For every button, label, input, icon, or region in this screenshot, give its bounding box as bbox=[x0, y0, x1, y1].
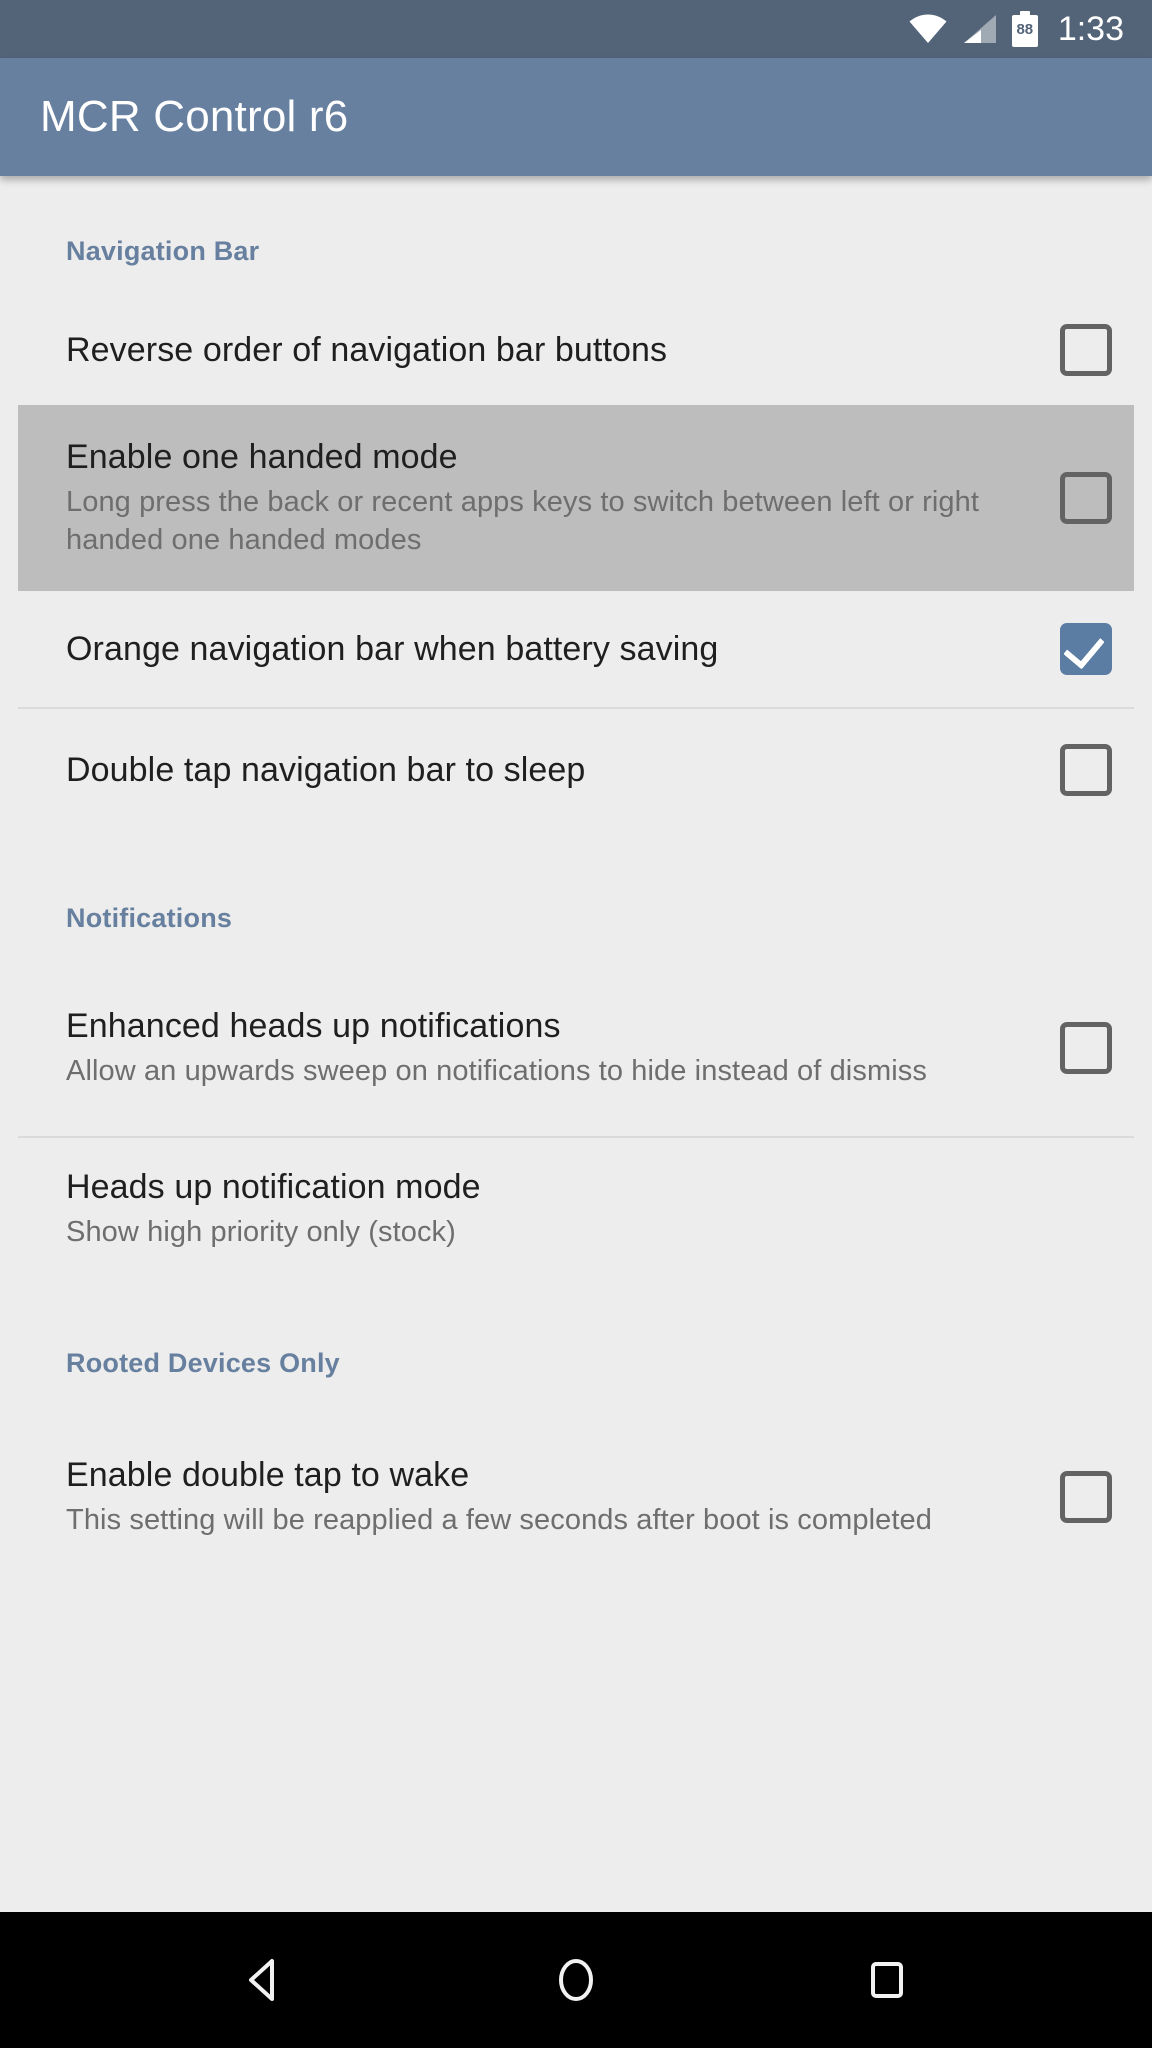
pref-text-group: Enhanced heads up notifications Allow an… bbox=[66, 1006, 1060, 1090]
checkbox-double-tap-to-sleep[interactable] bbox=[1060, 744, 1112, 796]
pref-title: Enable one handed mode bbox=[66, 438, 458, 477]
section-header-rooted-devices-only: Rooted Devices Only bbox=[66, 1348, 340, 1378]
checkbox-unchecked-icon bbox=[1060, 472, 1112, 524]
pref-orange-navigation-bar-when-battery-saving[interactable]: Orange navigation bar when battery savin… bbox=[0, 591, 1152, 707]
back-icon bbox=[249, 1959, 275, 2001]
recents-button[interactable] bbox=[842, 1935, 932, 2025]
pref-text-group: Enable double tap to wake This setting w… bbox=[66, 1455, 1060, 1539]
pref-text-group: Orange navigation bar when battery savin… bbox=[66, 629, 1060, 669]
back-button[interactable] bbox=[220, 1935, 310, 2025]
settings-list[interactable]: Navigation Bar Reverse order of navigati… bbox=[0, 176, 1152, 1912]
phone-screen: 88 1:33 MCR Control r6 Navigation Bar Re… bbox=[0, 0, 1152, 2048]
wifi-icon bbox=[908, 13, 948, 45]
checkbox-enhanced-heads-up[interactable] bbox=[1060, 1022, 1112, 1074]
checkbox-unchecked-icon bbox=[1060, 1471, 1112, 1523]
checkbox-unchecked-icon bbox=[1060, 324, 1112, 376]
page-title: MCR Control r6 bbox=[40, 92, 349, 141]
pref-text-group: Reverse order of navigation bar buttons bbox=[66, 330, 1060, 370]
battery-icon: 88 bbox=[1011, 11, 1038, 47]
pref-enhanced-heads-up-notifications[interactable]: Enhanced heads up notifications Allow an… bbox=[0, 960, 1152, 1136]
status-bar-clock: 1:33 bbox=[1057, 10, 1124, 48]
section-header-notifications: Notifications bbox=[66, 903, 233, 933]
pref-double-tap-navigation-bar-to-sleep[interactable]: Double tap navigation bar to sleep bbox=[0, 709, 1152, 831]
pref-text-group: Enable one handed mode Long press the ba… bbox=[66, 437, 1060, 558]
pref-summary: Show high priority only (stock) bbox=[66, 1216, 456, 1248]
checkbox-reverse-order[interactable] bbox=[1060, 324, 1112, 376]
pref-title: Reverse order of navigation bar buttons bbox=[66, 330, 668, 369]
checkbox-enable-double-tap-to-wake[interactable] bbox=[1060, 1471, 1112, 1523]
system-navigation-bar bbox=[0, 1912, 1152, 2048]
home-icon bbox=[558, 1959, 593, 2001]
app-bar: MCR Control r6 bbox=[0, 58, 1152, 176]
checkbox-checked-icon bbox=[1060, 623, 1112, 675]
checkbox-orange-navigation-bar[interactable] bbox=[1060, 623, 1112, 675]
pref-enable-double-tap-to-wake[interactable]: Enable double tap to wake This setting w… bbox=[0, 1409, 1152, 1585]
pref-reverse-order-of-navigation-bar-buttons[interactable]: Reverse order of navigation bar buttons bbox=[0, 295, 1152, 405]
pref-title: Double tap navigation bar to sleep bbox=[66, 750, 586, 789]
pref-summary: This setting will be reapplied a few sec… bbox=[66, 1504, 932, 1536]
home-button[interactable] bbox=[531, 1935, 621, 2025]
cellular-signal-icon bbox=[962, 13, 998, 45]
pref-text-group: Double tap navigation bar to sleep bbox=[66, 750, 1060, 790]
pref-summary: Allow an upwards sweep on notifications … bbox=[66, 1055, 927, 1087]
recents-icon bbox=[870, 1962, 903, 1998]
battery-level-text: 88 bbox=[1016, 21, 1034, 38]
pref-title: Heads up notification mode bbox=[66, 1167, 481, 1206]
pref-enable-one-handed-mode[interactable]: Enable one handed mode Long press the ba… bbox=[18, 405, 1134, 591]
pref-title: Enhanced heads up notifications bbox=[66, 1006, 561, 1045]
pref-text-group: Heads up notification mode Show high pri… bbox=[66, 1167, 1112, 1251]
status-bar: 88 1:33 bbox=[0, 0, 1152, 58]
pref-summary: Long press the back or recent apps keys … bbox=[66, 486, 980, 556]
pref-title: Enable double tap to wake bbox=[66, 1455, 470, 1494]
checkbox-unchecked-icon bbox=[1060, 744, 1112, 796]
checkbox-unchecked-icon bbox=[1060, 1022, 1112, 1074]
checkbox-enable-one-handed-mode[interactable] bbox=[1060, 472, 1112, 524]
section-header-navigation-bar: Navigation Bar bbox=[66, 236, 260, 266]
pref-heads-up-notification-mode[interactable]: Heads up notification mode Show high pri… bbox=[0, 1138, 1152, 1280]
pref-title: Orange navigation bar when battery savin… bbox=[66, 629, 719, 668]
